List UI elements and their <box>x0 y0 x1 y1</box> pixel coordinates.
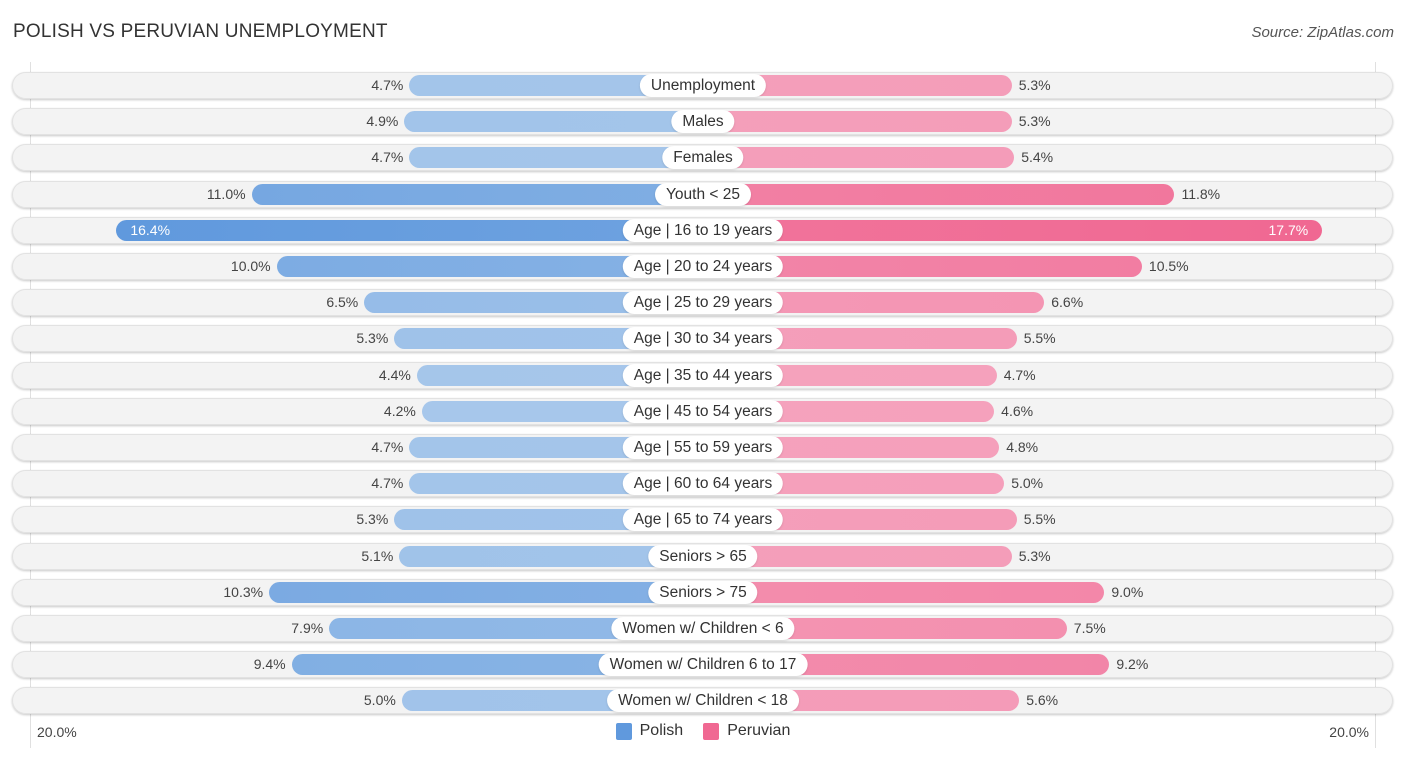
value-label-peruvian: 5.4% <box>1021 149 1054 166</box>
chart-row: Females 4.7% 5.4% <box>12 144 1393 172</box>
category-label: Age | 35 to 44 years <box>622 363 784 387</box>
value-label-peruvian: 9.0% <box>1111 583 1144 600</box>
value-label-polish: 16.4% <box>130 221 171 238</box>
value-label-polish: 4.7% <box>371 149 404 166</box>
category-label: Age | 20 to 24 years <box>622 255 784 278</box>
legend-label-polish: Polish <box>639 722 684 739</box>
value-label-peruvian: 10.5% <box>1148 258 1189 274</box>
category-label: Women w/ Children < 18 <box>607 689 799 713</box>
chart-row: Women w/ Children < 18 5.0% 5.6% <box>12 687 1393 715</box>
value-label-peruvian: 6.6% <box>1051 294 1084 311</box>
value-label-peruvian: 11.8% <box>1181 185 1221 202</box>
category-label: Females <box>662 146 744 170</box>
chart-row: Age | 35 to 44 years 4.4% 4.7% <box>12 361 1393 389</box>
value-label-polish: 9.4% <box>253 656 286 673</box>
category-label: Women w/ Children 6 to 17 <box>598 653 808 677</box>
bar-polish[interactable] <box>251 183 703 205</box>
chart-row: Age | 60 to 64 years 4.7% 5.0% <box>12 470 1393 498</box>
value-label-polish: 7.9% <box>291 620 324 636</box>
chart-row: Age | 65 to 74 years 5.3% 5.5% <box>12 506 1393 534</box>
chart-row: Unemployment 4.7% 5.3% <box>12 72 1393 99</box>
value-label-polish: 5.3% <box>356 330 389 347</box>
category-label: Age | 55 to 59 years <box>622 436 784 459</box>
category-label: Age | 60 to 64 years <box>622 472 784 496</box>
value-label-peruvian: 5.3% <box>1018 113 1051 130</box>
value-label-peruvian: 5.3% <box>1018 77 1051 93</box>
category-label: Youth < 25 <box>655 182 751 206</box>
bar-peruvian[interactable] <box>703 111 1012 133</box>
bar-polish[interactable] <box>269 581 703 603</box>
value-label-peruvian: 5.0% <box>1011 475 1044 492</box>
category-label: Seniors > 65 <box>648 544 758 568</box>
chart-row: Age | 55 to 59 years 4.7% 4.8% <box>12 434 1393 461</box>
source-label: Source: ZipAtlas.com <box>1251 24 1394 41</box>
chart-row: Seniors > 75 10.3% 9.0% <box>12 578 1393 606</box>
value-label-polish: 5.0% <box>363 692 396 709</box>
value-label-polish: 4.2% <box>383 402 416 419</box>
value-label-peruvian: 5.5% <box>1023 330 1056 347</box>
bar-peruvian[interactable] <box>703 219 1323 241</box>
legend-item-polish[interactable]: Polish <box>615 722 684 740</box>
chart-row: Youth < 25 11.0% 11.8% <box>12 180 1393 208</box>
value-label-peruvian: 17.7% <box>1268 221 1309 238</box>
bar-polish[interactable] <box>409 147 703 169</box>
value-label-peruvian: 5.3% <box>1018 547 1051 564</box>
value-label-polish: 4.7% <box>371 475 404 492</box>
chart-row: Age | 16 to 19 years 16.4% 17.7% <box>12 216 1393 244</box>
category-label: Age | 45 to 54 years <box>622 399 784 423</box>
bar-peruvian[interactable] <box>703 183 1175 205</box>
category-label: Age | 16 to 19 years <box>622 218 784 242</box>
bar-peruvian[interactable] <box>703 147 1015 169</box>
value-label-polish: 4.7% <box>371 439 404 455</box>
value-label-peruvian: 9.2% <box>1116 656 1149 673</box>
category-label: Women w/ Children < 6 <box>611 617 795 640</box>
value-label-polish: 5.1% <box>361 547 394 564</box>
category-label: Age | 25 to 29 years <box>622 291 784 315</box>
legend-label-peruvian: Peruvian <box>727 722 791 739</box>
category-label: Age | 30 to 34 years <box>622 327 784 351</box>
value-label-peruvian: 7.5% <box>1073 620 1106 636</box>
value-label-polish: 4.4% <box>378 366 411 383</box>
legend-swatch-polish <box>615 722 632 740</box>
category-label: Seniors > 75 <box>648 580 758 604</box>
chart-row: Age | 20 to 24 years 10.0% 10.5% <box>12 253 1393 280</box>
chart-row: Males 4.9% 5.3% <box>12 108 1393 136</box>
value-label-polish: 6.5% <box>326 294 359 311</box>
category-label: Age | 65 to 74 years <box>622 508 784 532</box>
value-label-polish: 5.3% <box>356 511 389 528</box>
chart-row: Seniors > 65 5.1% 5.3% <box>12 542 1393 570</box>
bar-polish[interactable] <box>404 111 703 133</box>
value-label-peruvian: 5.5% <box>1023 511 1056 528</box>
value-label-peruvian: 5.6% <box>1026 692 1059 709</box>
chart-row: Age | 45 to 54 years 4.2% 4.6% <box>12 397 1393 425</box>
category-label: Males <box>671 110 735 134</box>
value-label-peruvian: 4.6% <box>1001 402 1034 419</box>
value-label-polish: 11.0% <box>206 185 246 202</box>
bar-polish[interactable] <box>116 219 703 241</box>
chart-row: Age | 25 to 29 years 6.5% 6.6% <box>12 289 1393 317</box>
value-label-peruvian: 4.8% <box>1006 439 1039 455</box>
chart-row: Age | 30 to 34 years 5.3% 5.5% <box>12 325 1393 353</box>
category-label: Unemployment <box>639 74 767 97</box>
bar-peruvian[interactable] <box>703 581 1105 603</box>
value-label-polish: 10.3% <box>223 583 264 600</box>
legend-swatch-peruvian <box>703 722 720 740</box>
legend: Polish Peruvian <box>0 722 1406 740</box>
chart-row: Women w/ Children 6 to 17 9.4% 9.2% <box>12 651 1393 679</box>
legend-item-peruvian[interactable]: Peruvian <box>703 722 790 740</box>
value-label-peruvian: 4.7% <box>1003 366 1036 383</box>
value-label-polish: 10.0% <box>230 258 271 274</box>
chart-row: Women w/ Children < 6 7.9% 7.5% <box>12 615 1393 642</box>
value-label-polish: 4.9% <box>366 113 399 130</box>
chart-title: POLISH VS PERUVIAN UNEMPLOYMENT <box>13 21 388 42</box>
value-label-polish: 4.7% <box>371 77 404 93</box>
